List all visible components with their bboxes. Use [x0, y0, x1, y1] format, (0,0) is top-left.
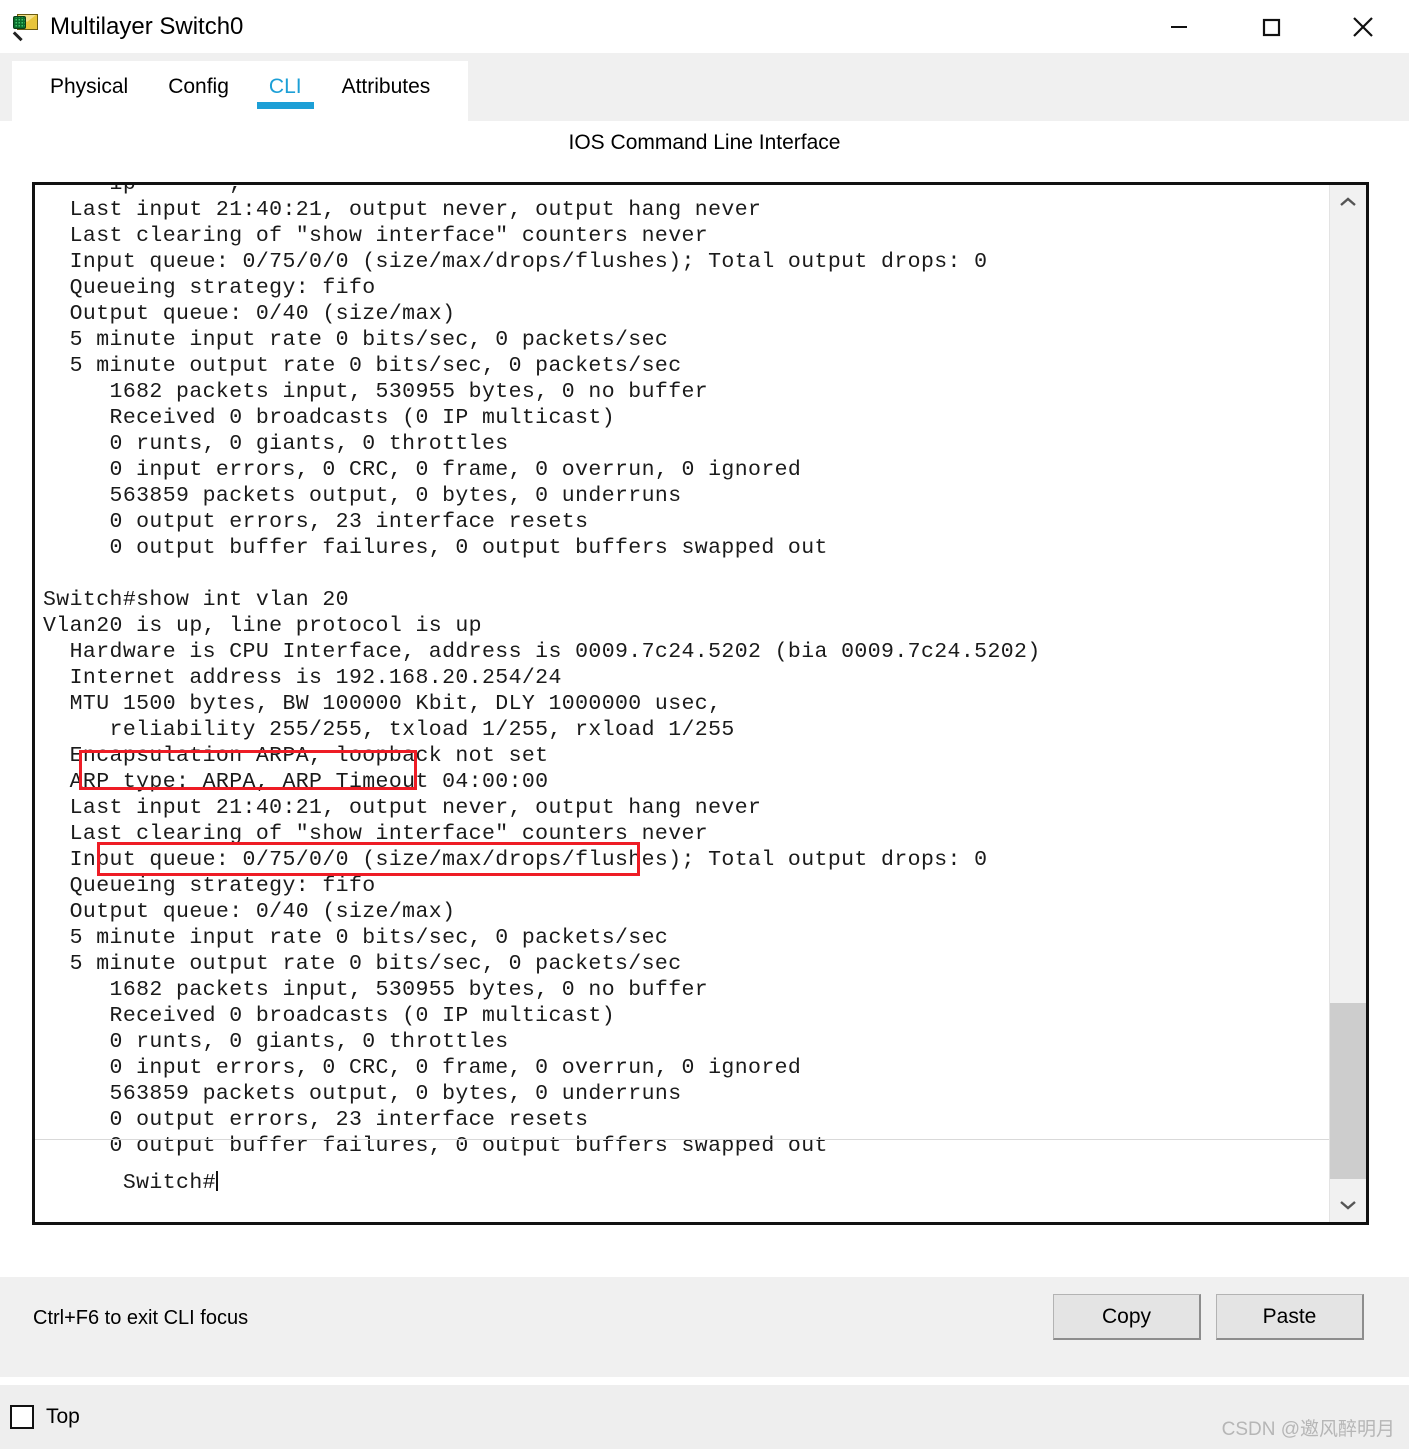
tab-config-label: Config [168, 75, 229, 98]
copy-button[interactable]: Copy [1053, 1294, 1201, 1340]
cli-header-title: IOS Command Line Interface [568, 131, 841, 154]
text-caret [215, 1171, 218, 1191]
tab-config[interactable]: Config [148, 61, 249, 99]
tab-cli-label: CLI [268, 75, 302, 98]
tab-cli[interactable]: CLI [249, 61, 322, 109]
tab-strip: Physical Config CLI Attributes [12, 61, 469, 121]
chevron-down-icon [1340, 1201, 1356, 1210]
paste-button[interactable]: Paste [1216, 1294, 1364, 1340]
chevron-up-icon [1340, 197, 1356, 206]
tab-attributes-label: Attributes [341, 75, 431, 98]
active-tab-underline [256, 102, 314, 109]
window-bottom-bar: Top CSDN @邀风醉明月 [0, 1385, 1409, 1449]
maximize-button[interactable] [1225, 0, 1317, 53]
window-title: Multilayer Switch0 [50, 12, 244, 40]
focus-hint-text: Ctrl+F6 to exit CLI focus [33, 1307, 249, 1329]
terminal-text: ip , Last input 21:40:21, output never, … [35, 182, 1330, 1159]
terminal-clipped-line: ip , [43, 182, 243, 196]
scrollbar-thumb[interactable] [1330, 1003, 1366, 1179]
window-titlebar: Multilayer Switch0 [0, 0, 1409, 53]
scroll-down-arrow-icon[interactable] [1330, 1188, 1366, 1222]
cli-panel: IOS Command Line Interface ip , Last inp… [0, 121, 1409, 1277]
top-checkbox[interactable] [10, 1405, 34, 1429]
terminal-prompt-line[interactable]: Switch# [35, 1087, 1330, 1222]
window-controls [1133, 0, 1409, 53]
tab-strip-background: Physical Config CLI Attributes [0, 53, 1409, 121]
close-button[interactable] [1317, 0, 1409, 53]
footer-separator [0, 1377, 1409, 1385]
watermark-text: CSDN @邀风醉明月 [1221, 1419, 1395, 1440]
cli-footer: Ctrl+F6 to exit CLI focus Copy Paste [0, 1277, 1409, 1377]
terminal-scrollbar[interactable] [1329, 185, 1366, 1222]
tab-physical-label: Physical [50, 75, 129, 98]
packet-tracer-device-icon [12, 12, 42, 42]
tab-attributes[interactable]: Attributes [322, 61, 451, 99]
top-checkbox-label: Top [46, 1405, 80, 1428]
minimize-icon [1171, 25, 1187, 28]
terminal-output-area[interactable]: ip , Last input 21:40:21, output never, … [32, 182, 1369, 1225]
scroll-up-arrow-icon[interactable] [1330, 185, 1366, 219]
terminal-body: Last input 21:40:21, output never, outpu… [43, 198, 1041, 1158]
close-icon [1353, 16, 1373, 37]
maximize-icon [1262, 18, 1281, 36]
tab-physical[interactable]: Physical [30, 61, 148, 99]
minimize-button[interactable] [1133, 0, 1225, 53]
prompt-text: Switch# [122, 1171, 216, 1195]
prompt-divider [35, 1139, 1330, 1140]
